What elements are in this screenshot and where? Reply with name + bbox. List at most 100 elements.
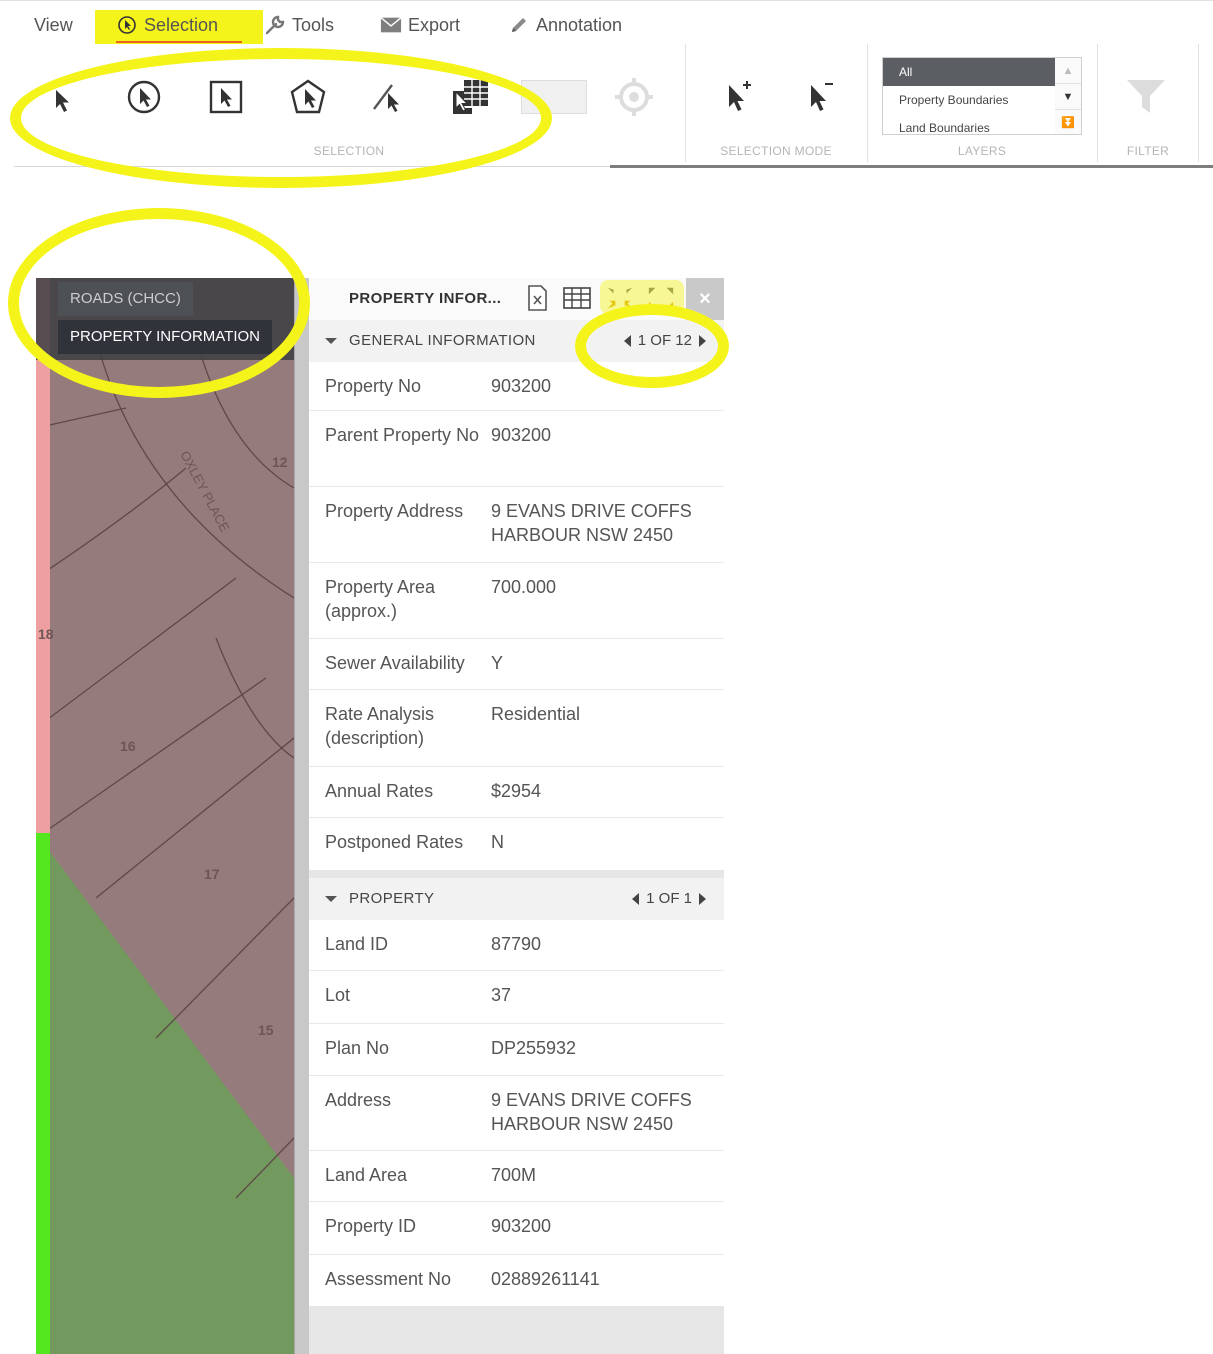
info-row: Rate Analysis (description) Residential — [309, 690, 724, 767]
group-label-selection-mode: SELECTION MODE — [720, 144, 832, 158]
close-icon[interactable]: × — [686, 278, 724, 320]
ribbon-separator — [1198, 44, 1199, 162]
map-strip — [610, 165, 1213, 168]
menu-tab-selection[interactable]: Selection — [116, 9, 242, 43]
info-row: Parent Property No 903200 — [309, 411, 724, 487]
remove-from-selection-icon[interactable] — [796, 74, 840, 120]
row-value: 87790 — [491, 934, 542, 954]
table-select-icon[interactable] — [448, 74, 492, 120]
row-value: 700M — [491, 1165, 537, 1185]
row-value: Residential — [491, 704, 581, 724]
layers-scrollbar[interactable]: ▲ ▼ ⏬ — [1055, 57, 1082, 135]
section-property[interactable]: PROPERTY 1 OF 1 — [309, 878, 724, 920]
section-general-information[interactable]: GENERAL INFORMATION 1 OF 12 — [309, 320, 724, 362]
layers-option[interactable]: Land Boundaries — [883, 114, 1056, 134]
prev-record-icon[interactable] — [623, 334, 631, 347]
expand-buttons-highlight — [600, 280, 684, 314]
pencil-icon — [508, 14, 530, 36]
row-value: N — [491, 832, 504, 852]
row-value: 9 EVANS DRIVE COFFS HARBOUR NSW 2450 — [491, 501, 692, 545]
row-label: Address — [325, 1090, 392, 1110]
info-row: Land Area 700M — [309, 1151, 724, 1202]
menu-tab-tools[interactable]: Tools — [264, 9, 334, 41]
row-label: Lot — [325, 985, 351, 1005]
filter-icon[interactable] — [1124, 74, 1168, 120]
property-pager: 1 OF 1 — [632, 890, 706, 907]
info-row: Address 9 EVANS DRIVE COFFS HARBOUR NSW … — [309, 1076, 724, 1151]
circle-select-icon[interactable] — [122, 74, 166, 120]
group-label-layers: LAYERS — [957, 144, 1007, 158]
line-select-icon[interactable] — [366, 74, 410, 120]
layer-tab-property-information[interactable]: PROPERTY INFORMATION — [58, 320, 273, 354]
selection-color-swatch[interactable] — [521, 80, 587, 114]
menu-bar: View Selection Tools Export Annotation — [0, 0, 1213, 45]
info-row: Land ID 87790 — [309, 920, 724, 971]
section-gap — [309, 870, 724, 878]
menu-tab-view[interactable]: View — [34, 9, 73, 41]
row-label: Property ID — [325, 1216, 417, 1236]
info-row: Property ID 903200 — [309, 1202, 724, 1255]
next-record-icon[interactable] — [699, 334, 706, 347]
group-label-filter: FILTER — [1126, 144, 1170, 158]
next-record-icon[interactable] — [699, 892, 706, 905]
layers-option[interactable]: All — [883, 58, 1056, 86]
menu-tab-label: Annotation — [536, 14, 623, 35]
info-row: Property Area (approx.) 700.000 — [309, 563, 724, 639]
table-view-icon[interactable] — [563, 284, 591, 312]
row-label: Plan No — [325, 1038, 390, 1058]
add-to-selection-icon[interactable] — [714, 74, 758, 120]
map-view[interactable]: OXLEY PLACE 12 18 16 17 15 — [36, 278, 294, 1354]
caret-down-icon — [325, 896, 337, 902]
row-label: Property No — [325, 376, 422, 396]
row-label: Postponed Rates — [325, 832, 464, 852]
row-label: Rate Analysis (description) — [325, 704, 435, 748]
info-row: Plan No DP255932 — [309, 1024, 724, 1076]
info-row: Assessment No 02889261141 — [309, 1255, 724, 1305]
point-select-icon[interactable] — [40, 74, 84, 120]
section-title: GENERAL INFORMATION — [349, 332, 536, 349]
parcel-number: 12 — [272, 454, 288, 470]
chevron-down-icon[interactable]: ▼ — [1055, 84, 1081, 110]
crosshair-icon[interactable] — [612, 74, 656, 120]
menu-tab-label: Export — [408, 14, 461, 35]
parcel-number: 16 — [120, 738, 136, 754]
row-label: Sewer Availability — [325, 653, 465, 673]
wrench-icon — [264, 14, 286, 36]
row-label: Land Area — [325, 1165, 408, 1185]
panel-splitter[interactable] — [294, 278, 311, 1354]
layer-tab-roads[interactable]: ROADS (CHCC) — [58, 282, 193, 316]
map-edge-green — [36, 833, 50, 1354]
info-row: Property Address 9 EVANS DRIVE COFFS HAR… — [309, 487, 724, 563]
rectangle-select-icon[interactable] — [204, 74, 248, 120]
row-value: 903200 — [491, 376, 552, 396]
scroll-end-icon[interactable]: ⏬ — [1055, 110, 1081, 135]
row-value: 700.000 — [491, 577, 557, 597]
panel-title: PROPERTY INFOR... — [349, 290, 502, 307]
info-row: Annual Rates $2954 — [309, 767, 724, 818]
caret-down-icon — [325, 338, 337, 344]
scroll-up-icon[interactable]: ▲ — [1055, 58, 1081, 84]
property-panel: PROPERTY INFOR... × GENERAL INFORMATION … — [309, 278, 724, 1354]
row-value: $2954 — [491, 781, 542, 801]
prev-record-icon[interactable] — [632, 892, 640, 905]
polygon-select-icon[interactable] — [286, 74, 330, 120]
parcel-number: 18 — [38, 626, 54, 642]
row-label: Property Address — [325, 501, 464, 521]
row-value: 9 EVANS DRIVE COFFS HARBOUR NSW 2450 — [491, 1090, 692, 1134]
map-parcels: OXLEY PLACE — [36, 278, 294, 1354]
info-row: Postponed Rates N — [309, 818, 724, 869]
menu-tab-annotation[interactable]: Annotation — [508, 9, 622, 41]
menu-tab-label: Tools — [292, 14, 335, 35]
layers-option[interactable]: Property Boundaries — [883, 86, 1056, 114]
pager-text: 1 OF 1 — [646, 890, 692, 907]
layers-listbox[interactable]: All Property Boundaries Land Boundaries — [882, 57, 1057, 135]
row-value: 903200 — [491, 425, 552, 445]
menu-tab-export[interactable]: Export — [380, 9, 460, 41]
section-title: PROPERTY — [349, 890, 435, 907]
map-edge-pink — [36, 278, 50, 833]
pager-text: 1 OF 12 — [637, 332, 692, 349]
row-value: 02889261141 — [491, 1269, 600, 1289]
layer-tabs: ROADS (CHCC) PROPERTY INFORMATION — [36, 278, 294, 360]
row-label: Parent Property No — [325, 425, 480, 445]
excel-export-icon[interactable] — [523, 284, 551, 312]
